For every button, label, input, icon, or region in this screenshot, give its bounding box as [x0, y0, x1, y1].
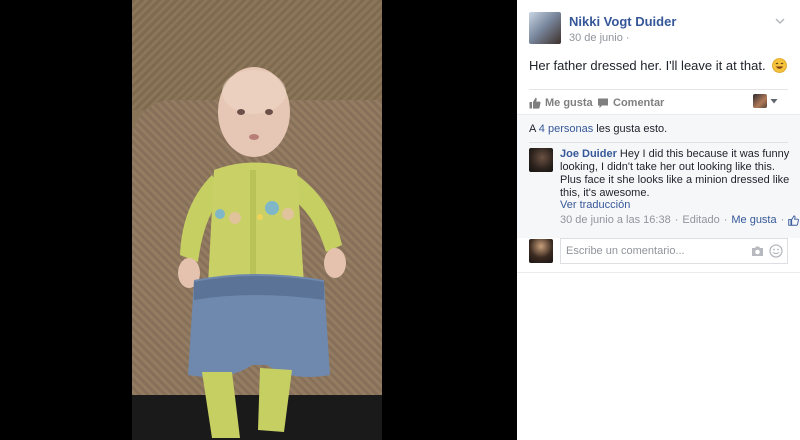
thumbs-up-icon — [529, 97, 541, 109]
post-photo[interactable] — [132, 0, 382, 440]
divider — [529, 142, 788, 143]
viewer-avatar — [529, 239, 553, 263]
comment-composer[interactable] — [560, 238, 788, 264]
comment-body: Joe Duider Hey I did this because it was… — [560, 148, 790, 200]
comment-button[interactable]: Comentar — [597, 96, 664, 110]
comment-input[interactable] — [566, 239, 746, 263]
comment-like-link[interactable]: Me gusta — [731, 214, 776, 226]
separator: · — [780, 214, 785, 226]
post-author-name[interactable]: Nikki Vogt Duider — [569, 14, 676, 29]
post-date[interactable]: 30 de junio · — [569, 32, 630, 44]
chevron-down-icon[interactable] — [773, 14, 787, 28]
divider — [529, 89, 788, 90]
separator: · — [723, 214, 728, 226]
author-avatar[interactable] — [529, 12, 561, 44]
photo-lightbox: Nikki Vogt Duider 30 de junio · Her fath… — [0, 0, 800, 440]
like-button-label: Me gusta — [545, 97, 593, 109]
comment-icon — [598, 98, 608, 108]
comment-timestamp[interactable]: 30 de junio a las 16:38 — [560, 214, 671, 226]
post-text-row: Her father dressed her. I'll leave it at… — [529, 58, 788, 73]
see-translation-link[interactable]: Ver traducción — [560, 199, 630, 211]
thumbs-up-icon — [788, 214, 800, 226]
comment-button-label: Comentar — [613, 97, 665, 109]
comment-meta: 30 de junio a las 16:38 · Editado · Me g… — [560, 214, 800, 226]
comment-author-name[interactable]: Joe Duider — [560, 148, 617, 160]
like-button[interactable]: Me gusta — [529, 96, 593, 110]
feedback-box: A 4 personas les gusta esto. Joe Duider … — [517, 114, 800, 238]
comment-like-count[interactable]: 2 — [788, 214, 800, 226]
post-side-panel: Nikki Vogt Duider 30 de junio · Her fath… — [517, 0, 800, 440]
smiley-icon — [772, 58, 788, 73]
caret-down-icon[interactable] — [770, 97, 778, 105]
baby-illustration — [178, 67, 346, 438]
likes-prefix: A — [529, 123, 536, 135]
emoji-icon[interactable] — [769, 244, 783, 258]
likes-summary: A 4 personas les gusta esto. — [529, 123, 667, 135]
likes-count-link[interactable]: 4 personas — [539, 123, 593, 135]
comment-edited-label[interactable]: Editado — [682, 214, 719, 226]
divider — [517, 272, 800, 273]
post-as-avatar[interactable] — [753, 94, 767, 108]
camera-icon[interactable] — [751, 245, 764, 257]
commenter-avatar[interactable] — [529, 148, 553, 172]
separator: · — [674, 214, 679, 226]
likes-suffix: les gusta esto. — [596, 123, 668, 135]
post-text: Her father dressed her. I'll leave it at… — [529, 58, 766, 73]
